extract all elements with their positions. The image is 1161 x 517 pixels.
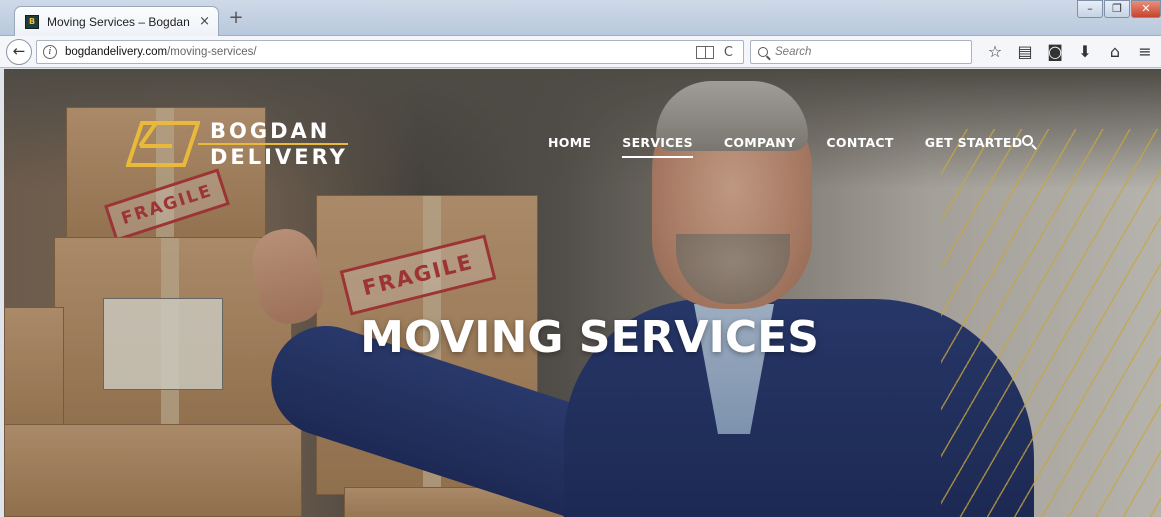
site-navigation: HOME SERVICES COMPANY CONTACT GET STARTE…: [548, 135, 1053, 158]
logo-line-1: BOGDAN: [210, 119, 331, 143]
search-input[interactable]: Search: [750, 40, 972, 64]
site-logo[interactable]: BOGDAN DELIVERY: [126, 119, 348, 169]
close-window-button[interactable]: ✕: [1131, 0, 1161, 18]
back-arrow-icon[interactable]: ←: [6, 39, 32, 65]
nav-contact[interactable]: CONTACT: [826, 135, 893, 158]
site-search-icon[interactable]: [1022, 135, 1037, 150]
hero-title: MOVING SERVICES: [360, 312, 819, 363]
logo-line-2: DELIVERY: [210, 145, 348, 169]
url-path: /moving-services/: [167, 46, 257, 58]
tab-title: Moving Services – Bogdan ...: [47, 14, 194, 29]
search-placeholder: Search: [775, 46, 812, 58]
logo-mark-icon: [126, 121, 200, 167]
tab-close-icon[interactable]: ×: [199, 14, 210, 29]
site-info-icon[interactable]: i: [43, 45, 57, 59]
reader-view-icon[interactable]: [695, 45, 714, 59]
home-icon[interactable]: ⌂: [1100, 40, 1130, 64]
site-favicon-icon: B: [25, 14, 39, 29]
nav-get-started[interactable]: GET STARTED: [925, 135, 1023, 158]
reading-list-icon[interactable]: ▤: [1010, 40, 1040, 64]
url-text[interactable]: bogdandelivery.com/moving-services/: [65, 46, 696, 58]
nav-company[interactable]: COMPANY: [724, 135, 796, 158]
pocket-icon[interactable]: ◙: [1040, 40, 1070, 64]
nav-home[interactable]: HOME: [548, 135, 591, 158]
nav-services[interactable]: SERVICES: [622, 135, 693, 158]
browser-toolbar: ☆ ▤ ◙ ⬇ ⌂ ≡: [980, 40, 1160, 64]
browser-tab[interactable]: B Moving Services – Bogdan ... ×: [14, 6, 219, 36]
new-tab-button[interactable]: +: [224, 8, 248, 30]
restore-button[interactable]: ❐: [1104, 0, 1130, 18]
browser-titlebar: B Moving Services – Bogdan ... × + – ❐ ✕: [0, 0, 1161, 36]
search-icon: [758, 47, 768, 57]
reload-icon[interactable]: C: [724, 45, 733, 60]
window-controls: – ❐ ✕: [1076, 0, 1161, 18]
url-host: bogdandelivery.com: [65, 46, 168, 58]
bookmark-star-icon[interactable]: ☆: [980, 40, 1010, 64]
menu-icon[interactable]: ≡: [1130, 40, 1160, 64]
download-icon[interactable]: ⬇: [1070, 40, 1100, 64]
address-bar[interactable]: i bogdandelivery.com/moving-services/ C: [36, 40, 744, 64]
browser-navbar: ← i bogdandelivery.com/moving-services/ …: [0, 36, 1161, 68]
minimize-button[interactable]: –: [1077, 0, 1103, 18]
hero-section: FRAGILE FRAGILE BOGDAN DELIVERY HOME SER…: [4, 69, 1161, 517]
